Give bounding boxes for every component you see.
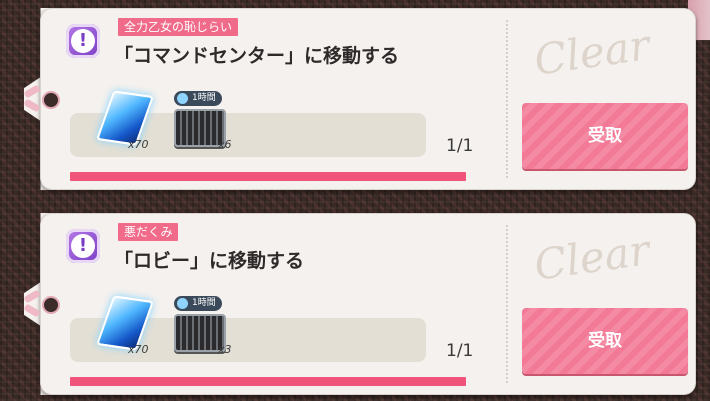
ticket-divider [506,20,508,178]
timer-label: 1時間 [192,298,216,308]
reward-qty: x70 [128,138,149,151]
mission-title: 「コマンドセンター」に移動する [114,45,400,67]
mission-tag: 全力乙女の恥じらい [118,18,239,36]
clock-icon [177,93,188,104]
progress-text: 1/1 [446,136,474,156]
reward-qty: x3 [218,343,232,356]
mission-alert-badge: ! [66,24,100,58]
reward-qty: x70 [128,343,149,356]
clock-icon [177,298,188,309]
ticket-hole [42,91,60,109]
claim-button[interactable]: 受取 [522,308,688,374]
reward-item-crystal[interactable] [96,90,154,146]
progress-bar [70,172,466,181]
mission-card-2: ! 悪だくみ 「ロビー」に移動する x70 1時間 x3 1/1 Clear 受… [23,213,696,395]
exclamation-icon: ! [71,29,95,53]
ribbon-bow-icon [23,84,42,114]
timer-badge: 1時間 [174,91,222,106]
ribbon-bow-icon [23,289,42,319]
ticket-hole [42,296,60,314]
mission-title: 「ロビー」に移動する [114,250,305,272]
reward-item-crystal[interactable] [96,295,154,351]
progress-bar [70,377,466,386]
mission-alert-badge: ! [66,229,100,263]
mission-tag: 悪だくみ [118,223,179,241]
mission-card-1: ! 全力乙女の恥じらい 「コマンドセンター」に移動する x70 1時間 x6 1… [23,8,696,190]
ticket-divider [506,225,508,383]
claim-button[interactable]: 受取 [522,103,688,169]
timer-badge: 1時間 [174,296,222,311]
timer-label: 1時間 [192,93,216,103]
progress-text: 1/1 [446,341,474,361]
exclamation-icon: ! [71,234,95,258]
reward-qty: x6 [218,138,232,151]
